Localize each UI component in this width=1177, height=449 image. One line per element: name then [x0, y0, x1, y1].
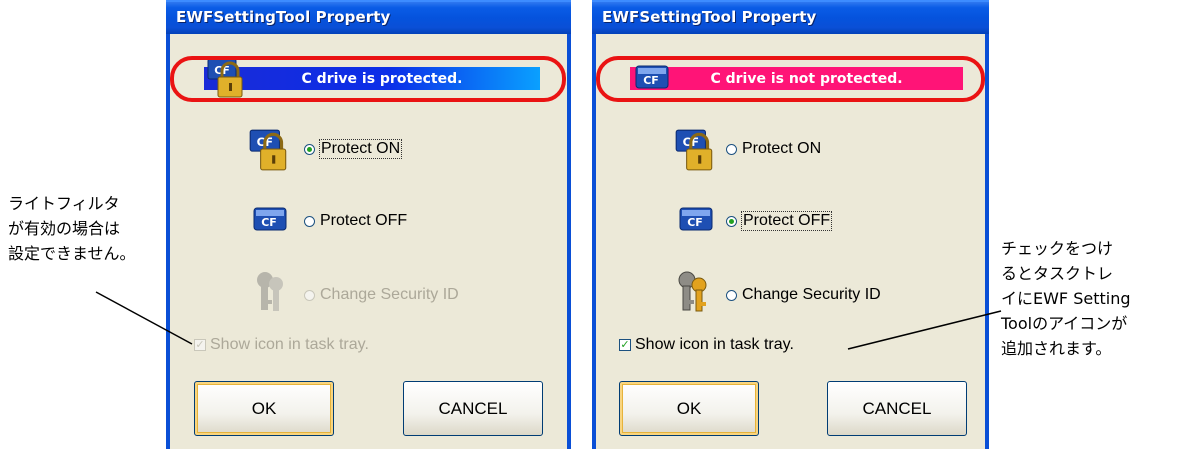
annotation-leader-lines	[95, 291, 1002, 350]
right-leader-line	[847, 310, 1002, 350]
left-leader-line	[95, 291, 193, 345]
